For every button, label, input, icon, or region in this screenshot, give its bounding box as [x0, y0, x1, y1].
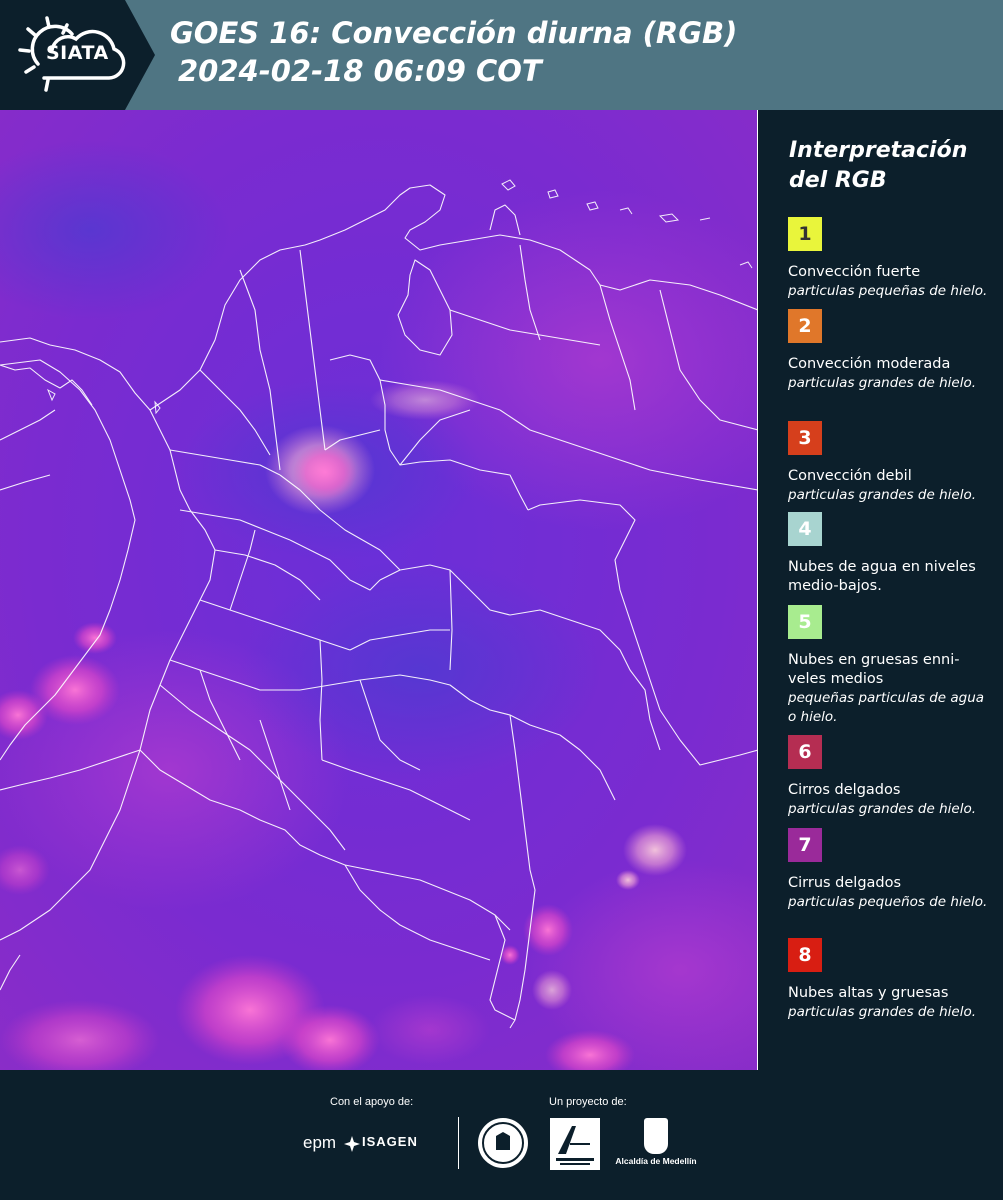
- legend-item-5: 5 Nubes en gruesas enni-veles medios peq…: [788, 605, 988, 727]
- legend-sub-5: pequeñas particulas de agua o hielo.: [788, 690, 985, 725]
- project-label: Un proyecto de:: [549, 1096, 627, 1108]
- support-label: Con el apoyo de:: [330, 1096, 414, 1108]
- legend-number-6: 6: [798, 741, 812, 763]
- isagen-star-icon: [344, 1136, 360, 1152]
- legend-swatch-1: 1: [788, 217, 822, 251]
- header-bar: SIATA GOES 16: Convección diurna (RGB) 2…: [0, 0, 1003, 110]
- seal-icon: [482, 1122, 524, 1164]
- legend-swatch-6: 6: [788, 735, 822, 769]
- legend-number-8: 8: [798, 944, 812, 966]
- legend-swatch-7: 7: [788, 828, 822, 862]
- alcaldia-text: Alcaldía de Medellín: [615, 1156, 697, 1166]
- legend-number-7: 7: [798, 834, 812, 856]
- legend-sub-1: particulas pequeñas de hielo.: [788, 283, 988, 299]
- legend-panel: Interpretación del RGB 1 Convección fuer…: [760, 110, 1003, 1070]
- seal-logo: [478, 1118, 528, 1168]
- legend-number-5: 5: [798, 611, 812, 633]
- legend-item-3: 3 Convección debil particulas grandes de…: [788, 421, 988, 505]
- legend-item-1: 1 Convección fuerte particulas pequeñas …: [788, 217, 988, 301]
- siata-logo: SIATA: [0, 0, 155, 110]
- legend-label-8: Nubes altas y gruesas: [788, 985, 949, 1001]
- legend-swatch-5: 5: [788, 605, 822, 639]
- legend-label-1: Convección fuerte: [788, 264, 921, 280]
- legend-sub-6: particulas grandes de hielo.: [788, 801, 976, 817]
- legend-swatch-4: 4: [788, 512, 822, 546]
- legend-sub-3: particulas grandes de hielo.: [788, 487, 976, 503]
- legend-number-1: 1: [798, 223, 812, 245]
- legend-sub-7: particulas pequeños de hielo.: [788, 894, 988, 910]
- epm-logo: epm: [303, 1133, 337, 1152]
- page-title: GOES 16: Convección diurna (RGB) 2024-02…: [170, 14, 737, 90]
- isagen-logo: ISAGEN: [362, 1134, 418, 1149]
- legend-swatch-8: 8: [788, 938, 822, 972]
- legend-number-4: 4: [798, 518, 812, 540]
- legend-number-3: 3: [798, 427, 812, 449]
- legend-item-2: 2 Convección moderada particulas grandes…: [788, 309, 988, 393]
- legend-title: Interpretación del RGB: [789, 138, 968, 193]
- legend-label-6: Cirros delgados: [788, 782, 901, 798]
- title-line-2: 2024-02-18 06:09 COT: [178, 54, 542, 88]
- legend-sub-8: particulas grandes de hielo.: [788, 1004, 976, 1020]
- alcaldia-logo: Alcaldía de Medellín: [613, 1118, 699, 1166]
- legend-swatch-2: 2: [788, 309, 822, 343]
- legend-item-8: 8 Nubes altas y gruesas particulas grand…: [788, 938, 988, 1022]
- legend-item-7: 7 Cirrus delgados particulas pequeños de…: [788, 828, 988, 912]
- area-icon: [556, 1126, 594, 1165]
- alcaldia-shield-icon: [644, 1118, 668, 1154]
- title-line-1: GOES 16: Convección diurna (RGB): [170, 16, 738, 50]
- footer-divider: [458, 1117, 459, 1169]
- legend-swatch-3: 3: [788, 421, 822, 455]
- satellite-map[interactable]: [0, 110, 758, 1070]
- area-metropolitana-logo: [550, 1118, 600, 1170]
- legend-item-4: 4 Nubes de agua en niveles medio-bajos.: [788, 512, 988, 596]
- legend-label-5: Nubes en gruesas enni-veles medios: [788, 652, 960, 687]
- legend-label-3: Convección debil: [788, 468, 912, 484]
- legend-label-7: Cirrus delgados: [788, 875, 902, 891]
- legend-label-4: Nubes de agua en niveles medio-bajos.: [788, 559, 976, 594]
- rgb-satellite-image: [0, 110, 757, 1070]
- legend-number-2: 2: [798, 315, 812, 337]
- siata-logo-text: SIATA: [46, 42, 109, 64]
- legend-sub-2: particulas grandes de hielo.: [788, 375, 976, 391]
- legend-item-6: 6 Cirros delgados particulas grandes de …: [788, 735, 988, 819]
- legend-label-2: Convección moderada: [788, 356, 951, 372]
- footer-bar: Con el apoyo de: Un proyecto de: epm ISA…: [0, 1070, 1003, 1200]
